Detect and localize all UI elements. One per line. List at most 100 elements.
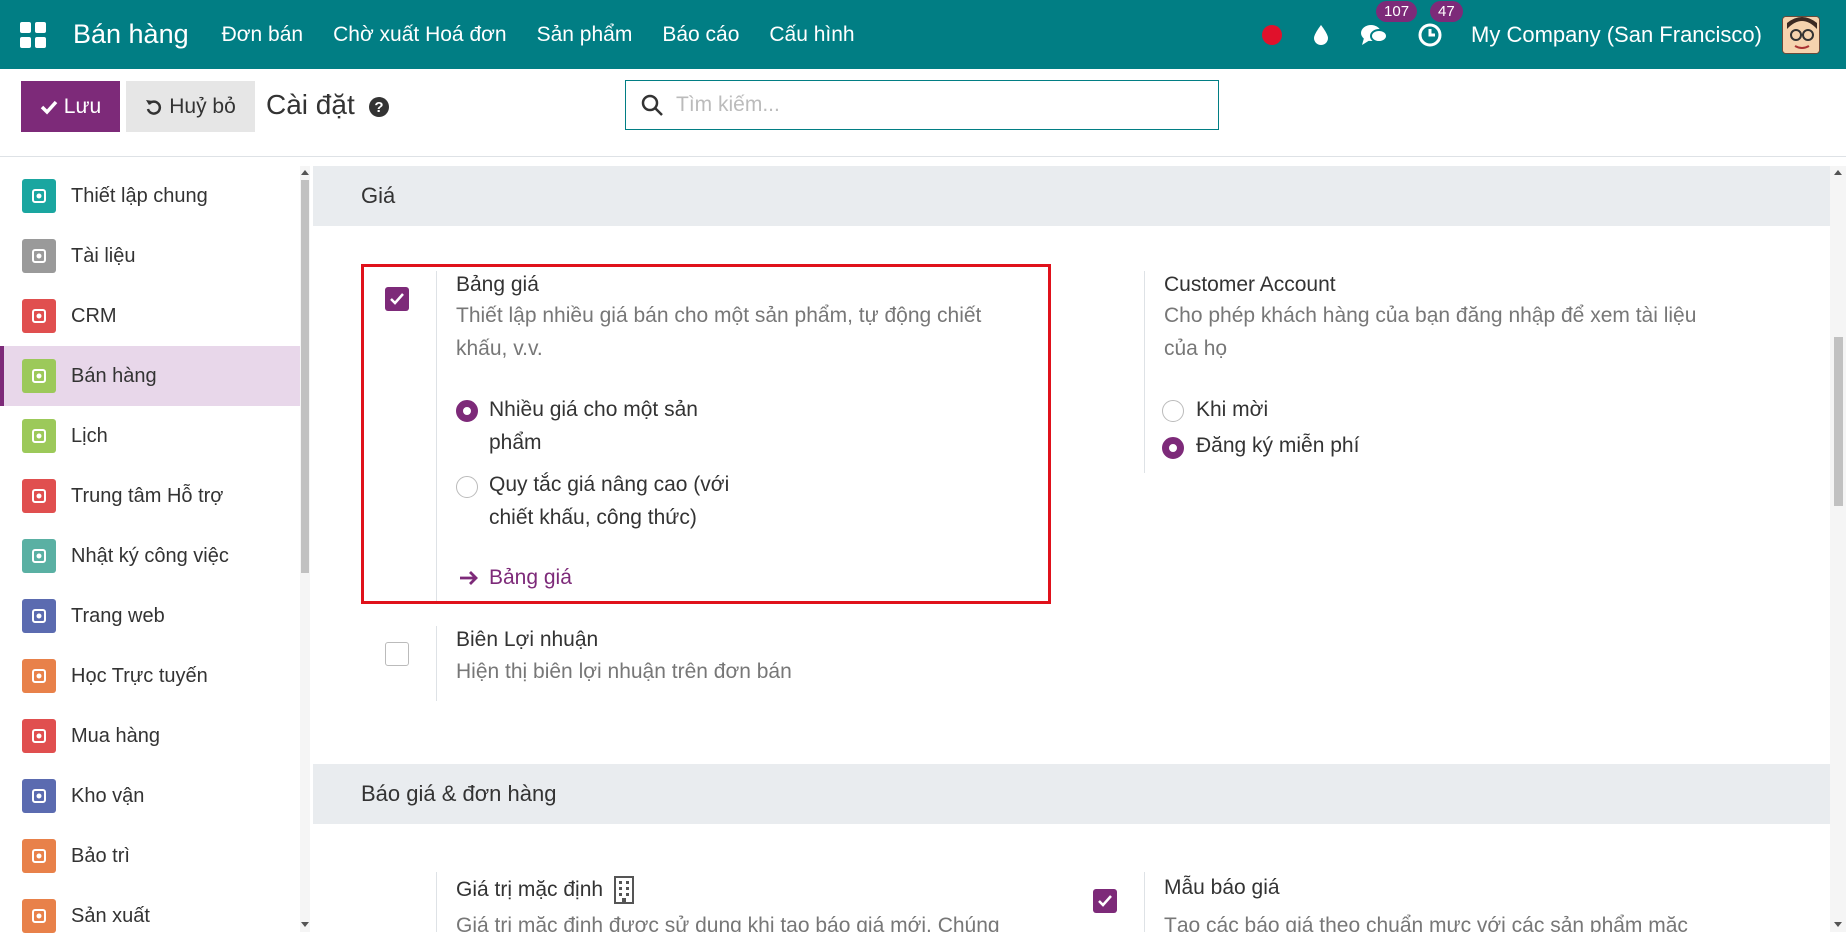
menu-sales-orders[interactable]: Đơn bán: [207, 23, 319, 47]
sidebar-scroll-up-icon[interactable]: [301, 170, 309, 175]
sidebar-item[interactable]: Tài liệu: [0, 226, 300, 286]
divider: [1144, 872, 1145, 932]
content-scroll-up-icon[interactable]: [1834, 170, 1842, 175]
discard-button[interactable]: Huỷ bỏ: [126, 81, 255, 132]
margins-description: Hiện thị biên lợi nhuận trên đơn bán: [456, 660, 792, 683]
menu-configuration[interactable]: Cấu hình: [754, 23, 869, 47]
sidebar-item-label: Tài liệu: [71, 244, 136, 267]
pricelist-option-multiple-prices-label[interactable]: Nhiều giá cho một sản phẩm: [489, 393, 698, 459]
pricelist-option-multiple-prices-radio[interactable]: [456, 400, 478, 422]
sidebar-item[interactable]: Học Trực tuyến: [0, 646, 300, 706]
company-building-icon: [614, 876, 635, 904]
pricelist-link[interactable]: Bảng giá: [459, 566, 572, 590]
menu-to-invoice[interactable]: Chờ xuất Hoá đơn: [318, 23, 521, 47]
content-scroll-down-icon[interactable]: [1834, 922, 1842, 927]
pricelist-description: Thiết lập nhiều giá bán cho một sản phẩm…: [456, 304, 982, 360]
messages-icon[interactable]: 107: [1360, 0, 1418, 47]
search-icon: [641, 94, 663, 116]
user-avatar[interactable]: [1782, 15, 1820, 54]
help-icon[interactable]: ?: [369, 97, 389, 117]
undo-icon: [146, 99, 162, 115]
default-values-title: Giá trị mặc định: [456, 878, 604, 901]
customer-account-description: Cho phép khách hàng của bạn đăng nhập để…: [1164, 304, 1697, 360]
sidebar-item[interactable]: Sản xuất: [0, 886, 300, 946]
margins-checkbox[interactable]: [385, 642, 409, 666]
sidebar-item[interactable]: Trung tâm Hỗ trợ: [0, 466, 300, 526]
check-icon: [390, 293, 404, 305]
customer-account-on-invitation-radio[interactable]: [1162, 400, 1184, 422]
check-icon: [1098, 895, 1112, 907]
page-title: Cài đặt: [266, 89, 355, 120]
sidebar-item-label: Thiết lập chung: [71, 184, 208, 207]
helpdesk-icon: [22, 479, 56, 513]
settings-sidebar: Thiết lập chung Tài liệu CRM Bán hàng Lịch Tr…: [0, 166, 300, 933]
pricelist-option-advanced-rules-radio[interactable]: [456, 476, 478, 498]
sidebar-item[interactable]: Bảo trì: [0, 826, 300, 886]
margins-title: Biên Lợi nhuận: [456, 628, 599, 651]
content-scrollbar-thumb[interactable]: [1834, 337, 1843, 506]
apps-menu-icon[interactable]: [20, 21, 46, 48]
pricelist-link-label: Bảng giá: [489, 566, 572, 589]
menu-reporting[interactable]: Báo cáo: [647, 23, 754, 47]
sidebar-item[interactable]: Bán hàng: [0, 346, 300, 406]
discard-label: Huỷ bỏ: [169, 94, 236, 118]
quotation-templates-title: Mẫu báo giá: [1164, 876, 1280, 899]
customer-account-title: Customer Account: [1164, 273, 1336, 296]
pricelist-checkbox[interactable]: [385, 287, 409, 311]
sidebar-item-label: Trung tâm Hỗ trợ: [71, 484, 224, 507]
divider: [436, 872, 437, 932]
top-navbar: Bán hàng Đơn bán Chờ xuất Hoá đơn Sản ph…: [0, 0, 1846, 69]
quotation-templates-checkbox[interactable]: [1093, 889, 1117, 913]
search-box: [625, 80, 1219, 130]
sidebar-scroll-down-icon[interactable]: [301, 922, 309, 927]
customer-account-on-invitation-label[interactable]: Khi mời: [1196, 393, 1268, 426]
folder-icon: [22, 239, 56, 273]
sidebar-item[interactable]: CRM: [0, 286, 300, 346]
default-values-title-row: Giá trị mặc định: [456, 876, 635, 904]
purchase-icon: [22, 719, 56, 753]
sidebar-scrollbar-thumb[interactable]: [301, 180, 309, 573]
check-icon: [40, 100, 58, 115]
sidebar-item[interactable]: Nhật ký công việc: [0, 526, 300, 586]
sidebar-item[interactable]: Trang web: [0, 586, 300, 646]
activities-badge: 47: [1430, 0, 1463, 22]
arrow-right-icon: [460, 571, 478, 585]
manufacturing-icon: [22, 899, 56, 933]
sidebar-item[interactable]: Kho vận: [0, 766, 300, 826]
timesheet-icon: [22, 539, 56, 573]
section-pricing-title: Giá: [361, 183, 396, 208]
sidebar-item-label: Bảo trì: [71, 844, 130, 867]
handshake-icon: [22, 299, 56, 333]
maintenance-icon: [22, 839, 56, 873]
company-switcher[interactable]: My Company (San Francisco): [1471, 22, 1762, 48]
sidebar-item-label: Sản xuất: [71, 904, 150, 927]
app-name[interactable]: Bán hàng: [73, 19, 189, 50]
section-pricing-header: Giá: [313, 166, 1830, 226]
messages-badge: 107: [1376, 0, 1418, 22]
quotation-templates-description: Tạo các báo giá theo chuẩn mực với các s…: [1164, 914, 1688, 932]
sidebar-item[interactable]: Mua hàng: [0, 706, 300, 766]
search-input[interactable]: [676, 93, 1196, 117]
calendar-icon: [22, 419, 56, 453]
sidebar-item-label: Trang web: [71, 604, 165, 627]
sidebar-item[interactable]: Thiết lập chung: [0, 166, 300, 226]
pricelist-option-advanced-rules-label[interactable]: Quy tắc giá nâng cao (với chiết khấu, cô…: [489, 468, 729, 534]
activities-clock-icon[interactable]: 47: [1418, 0, 1463, 47]
sidebar-item-label: Kho vận: [71, 784, 145, 807]
save-button[interactable]: Lưu: [21, 81, 120, 132]
recording-icon[interactable]: [1262, 24, 1283, 45]
customer-account-free-signup-radio[interactable]: [1162, 437, 1184, 459]
section-quotations-header: Báo giá & đơn hàng: [313, 764, 1830, 824]
drop-icon[interactable]: [1312, 24, 1330, 46]
sidebar-item-label: CRM: [71, 304, 117, 327]
divider: [436, 626, 437, 701]
customer-account-free-signup-label[interactable]: Đăng ký miễn phí: [1196, 429, 1359, 462]
section-quotations-title: Báo giá & đơn hàng: [361, 781, 557, 806]
sidebar-item[interactable]: Lịch: [0, 406, 300, 466]
divider: [436, 271, 437, 601]
menu-products[interactable]: Sản phẩm: [522, 23, 648, 47]
gear-icon: [22, 179, 56, 213]
default-values-description: Giá trị mặc định được sử dụng khi tạo bá…: [456, 914, 1000, 932]
content-scrollbar[interactable]: [1830, 166, 1846, 932]
elearning-icon: [22, 659, 56, 693]
